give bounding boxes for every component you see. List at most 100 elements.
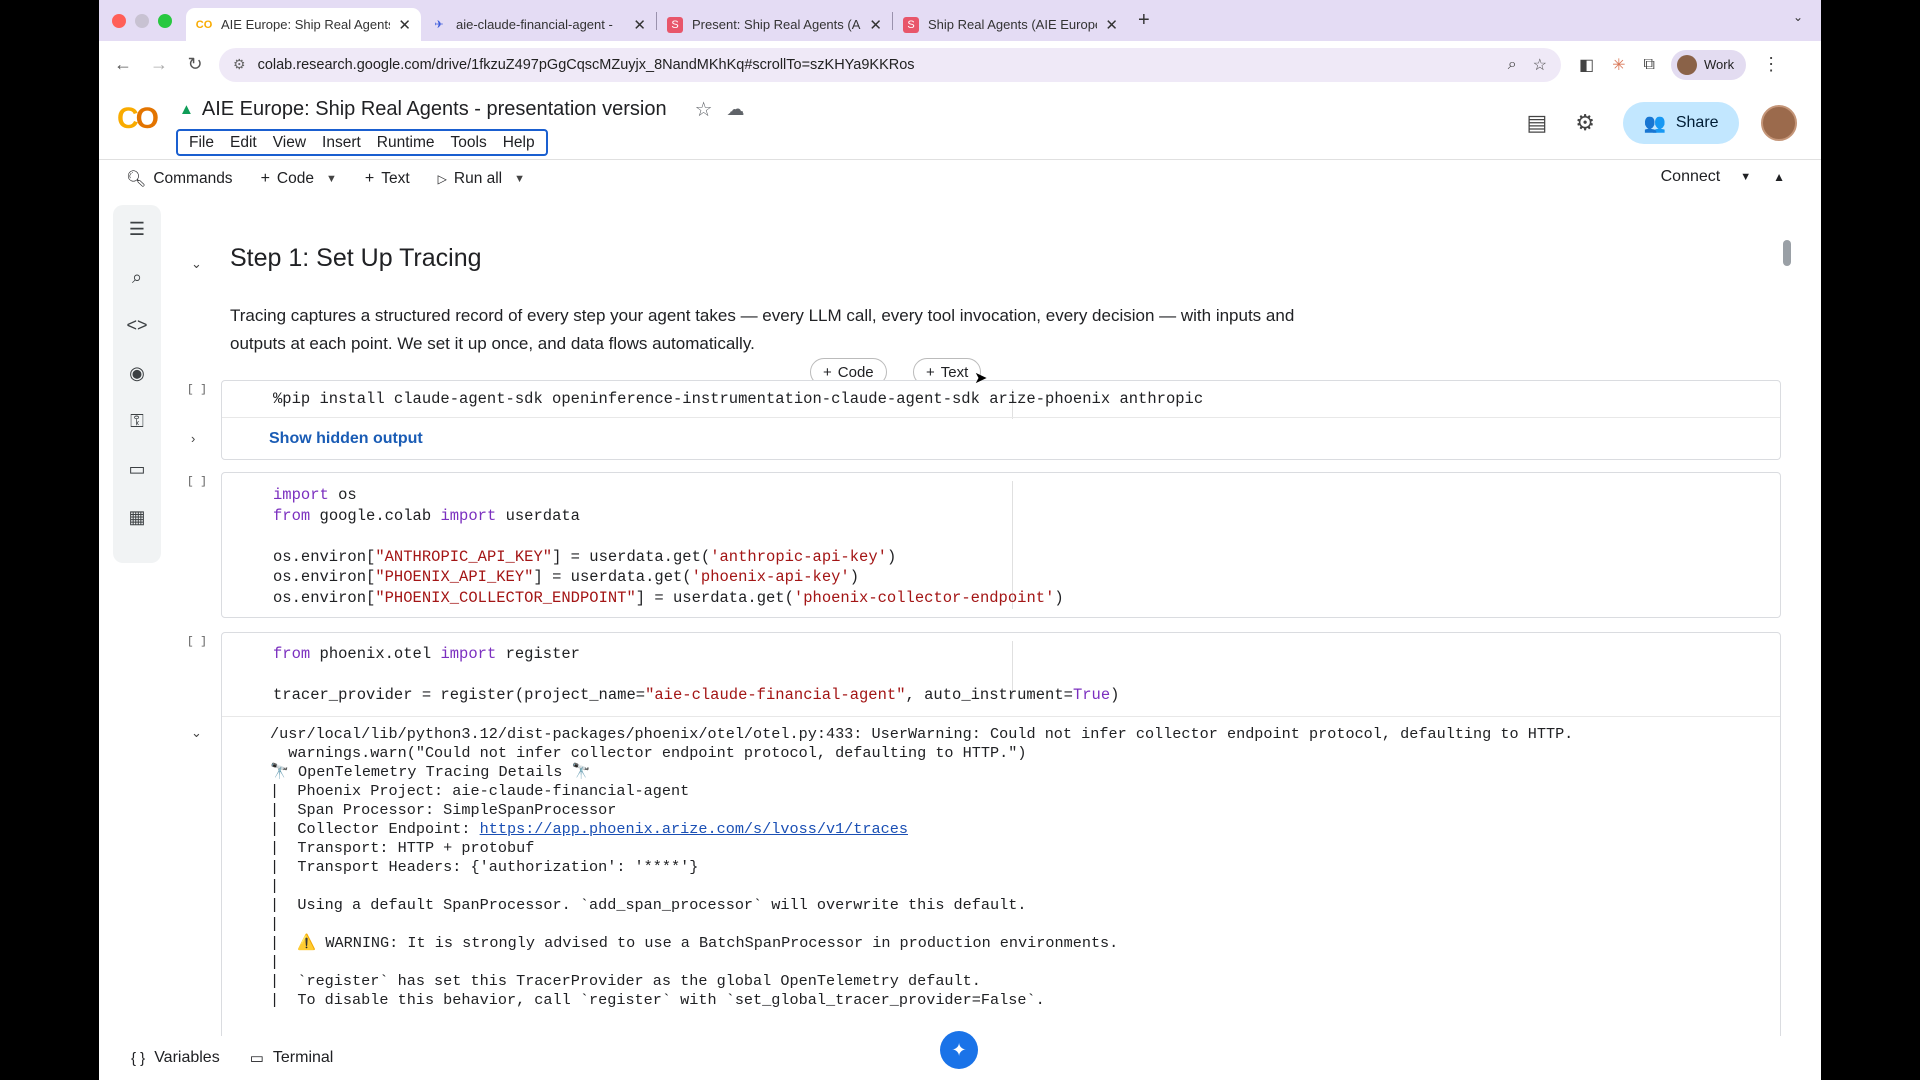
bookmark-star-icon[interactable]: ☆ — [1533, 55, 1547, 75]
show-hidden-output-link[interactable]: Show hidden output — [269, 430, 423, 448]
new-tab-button[interactable]: + — [1138, 9, 1150, 32]
cell-code[interactable]: import os from google.colab import userd… — [273, 485, 1064, 608]
notebook-title[interactable]: AIE Europe: Ship Real Agents - presentat… — [202, 98, 667, 121]
tab-search-icon[interactable]: ⌄ — [1793, 10, 1803, 24]
menu-help[interactable]: Help — [495, 134, 543, 152]
close-icon[interactable]: ✕ — [398, 16, 411, 34]
maximize-window-button[interactable] — [158, 13, 172, 28]
variables-label: Variables — [154, 1049, 220, 1066]
output-line: warnings.warn("Could not infer collector… — [270, 744, 1027, 762]
add-code-button[interactable]: + Code ▼ — [261, 170, 337, 188]
menu-file[interactable]: File — [181, 134, 222, 152]
section-collapse-chevron-icon[interactable]: ⌄ — [191, 256, 202, 272]
close-icon[interactable]: ✕ — [633, 16, 646, 34]
output-line: 🔭 OpenTelemetry Tracing Details 🔭 — [270, 763, 591, 781]
phoenix-icon: ✈ — [434, 19, 444, 31]
cell-run-bracket[interactable]: [ ] — [187, 384, 207, 396]
section-paragraph: Tracing captures a structured record of … — [230, 306, 1295, 353]
extensions-puzzle-icon[interactable]: ⧉ — [1644, 56, 1655, 74]
insert-text-label: Text — [940, 363, 969, 381]
menu-view[interactable]: View — [265, 134, 314, 152]
gemini-sparkle-icon[interactable]: ✦ — [940, 1031, 978, 1069]
menu-runtime[interactable]: Runtime — [369, 134, 443, 152]
cell-output: /usr/local/lib/python3.12/dist-packages/… — [270, 725, 1573, 1010]
url-text[interactable]: colab.research.google.com/drive/1fkzuZ49… — [258, 57, 1492, 73]
cell-code[interactable]: from phoenix.otel import register tracer… — [273, 644, 1119, 706]
output-line: | — [270, 877, 280, 895]
profile-label: Work — [1703, 57, 1735, 72]
drive-icon[interactable]: ▲ — [179, 101, 194, 118]
window-controls — [112, 13, 172, 28]
zoom-icon[interactable]: ⌕ — [1508, 56, 1517, 74]
extension-icon[interactable]: ◧ — [1579, 55, 1594, 75]
output-line: | Phoenix Project: aie-claude-financial-… — [270, 782, 690, 800]
files-folder-icon[interactable]: ▭ — [113, 445, 161, 493]
cell-run-bracket[interactable]: [ ] — [187, 476, 207, 488]
tab-colab[interactable]: CO AIE Europe: Ship Real Agents ✕ — [186, 8, 421, 41]
reload-icon[interactable]: ↻ — [177, 54, 213, 75]
cloud-icon[interactable]: ☁ — [727, 99, 745, 120]
star-icon[interactable]: ☆ — [695, 97, 713, 122]
address-bar-row: ← → ↻ ⚙ colab.research.google.com/drive/… — [99, 41, 1821, 88]
commands-label: Commands — [153, 170, 233, 187]
close-window-button[interactable] — [112, 13, 126, 28]
chevron-down-icon[interactable]: ▼ — [514, 173, 525, 185]
tab-phoenix[interactable]: ✈ aie-claude-financial-agent - ✕ — [421, 8, 656, 41]
menu-tools[interactable]: Tools — [443, 134, 495, 152]
site-info-icon[interactable]: ⚙ — [233, 56, 246, 73]
tab-slides[interactable]: S Ship Real Agents (AIE Europe ✕ — [893, 8, 1128, 41]
cell-run-bracket[interactable]: [ ] — [187, 636, 207, 648]
run-all-button[interactable]: ▷ Run all ▼ — [438, 170, 525, 188]
output-expand-chevron-icon[interactable]: › — [191, 431, 195, 446]
variables-inspector-icon[interactable]: ◉ — [113, 349, 161, 397]
menu-insert[interactable]: Insert — [314, 134, 369, 152]
terminal-icon: ▭ — [249, 1050, 264, 1067]
chevron-down-icon[interactable]: ▼ — [1740, 171, 1751, 183]
menu-bar: File Edit View Insert Runtime Tools Help — [176, 129, 548, 156]
text-label: Text — [381, 170, 410, 187]
settings-gear-icon[interactable]: ⚙ — [1575, 110, 1595, 136]
output-line: | Transport Headers: {'authorization': '… — [270, 858, 699, 876]
close-icon[interactable]: ✕ — [1105, 16, 1118, 34]
output-line: | Transport: HTTP + protobuf — [270, 839, 535, 857]
forward-icon[interactable]: → — [141, 54, 177, 75]
close-icon[interactable]: ✕ — [869, 16, 882, 34]
output-line: | — [270, 953, 280, 971]
output-collapse-chevron-icon[interactable]: ⌄ — [191, 725, 202, 741]
minimize-window-button[interactable] — [135, 13, 149, 28]
collector-endpoint-link[interactable]: https://app.phoenix.arize.com/s/lvoss/v1… — [480, 820, 908, 838]
code-cell-env-setup[interactable]: import os from google.colab import userd… — [221, 472, 1781, 618]
colab-logo[interactable]: CO — [117, 102, 159, 136]
user-avatar[interactable] — [1761, 105, 1797, 141]
secrets-key-icon[interactable]: ⚿ — [113, 397, 161, 445]
chevron-down-icon[interactable]: ▼ — [326, 173, 337, 185]
url-bar[interactable]: ⚙ colab.research.google.com/drive/1fkzuZ… — [219, 47, 1561, 82]
menu-edit[interactable]: Edit — [222, 134, 265, 152]
add-text-button[interactable]: + Text — [365, 170, 410, 188]
share-button[interactable]: 👥 Share — [1623, 102, 1739, 144]
terminal-button[interactable]: ▭ Terminal — [250, 1049, 334, 1067]
scrollbar-thumb[interactable] — [1783, 240, 1791, 266]
output-line: | `register` has set this TracerProvider… — [270, 972, 981, 990]
comment-icon[interactable]: ▤ — [1526, 110, 1547, 136]
table-of-contents-icon[interactable]: ☰ — [113, 205, 161, 253]
cell-divider — [222, 417, 1780, 418]
variables-button[interactable]: { } Variables — [131, 1049, 220, 1067]
connect-button[interactable]: Connect ▼ ▲ — [1661, 168, 1785, 186]
code-cell-pip-install[interactable]: %pip install claude-agent-sdk openinfere… — [221, 380, 1781, 460]
claude-extension-icon[interactable]: ✳ — [1612, 55, 1625, 75]
tab-present[interactable]: S Present: Ship Real Agents (Al ✕ — [657, 8, 892, 41]
tab-title: Present: Ship Real Agents (Al — [692, 17, 862, 32]
chevron-up-icon[interactable]: ▲ — [1773, 170, 1785, 184]
code-snippets-icon[interactable]: <> — [113, 301, 161, 349]
output-line: /usr/local/lib/python3.12/dist-packages/… — [270, 725, 1574, 743]
cell-code[interactable]: %pip install claude-agent-sdk openinfere… — [273, 389, 1203, 410]
find-replace-icon[interactable]: ⌕ — [113, 253, 161, 301]
browser-menu-icon[interactable]: ⋮ — [1762, 54, 1780, 75]
commands-button[interactable]: 🔍︎ Commands — [126, 169, 233, 189]
code-cell-register[interactable]: from phoenix.otel import register tracer… — [221, 632, 1781, 1036]
data-table-icon[interactable]: ▦ — [113, 493, 161, 541]
notebook-toolbar: 🔍︎ Commands + Code ▼ + Text ▷ Run all ▼ … — [99, 160, 1821, 198]
back-icon[interactable]: ← — [105, 54, 141, 75]
profile-button[interactable]: Work — [1670, 49, 1747, 80]
